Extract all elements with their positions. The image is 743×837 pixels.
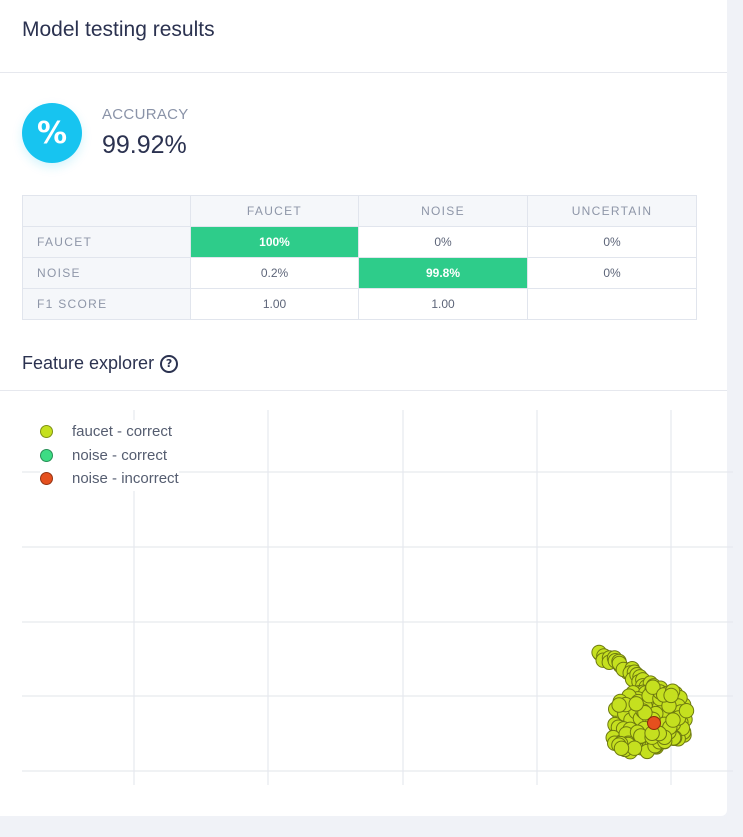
feature-explorer-heading: Feature explorer ? bbox=[22, 353, 179, 374]
legend-label: noise - incorrect bbox=[72, 470, 179, 488]
row-header: F1 SCORE bbox=[22, 288, 191, 320]
matrix-cell: 1.00 bbox=[190, 288, 359, 320]
section-divider bbox=[0, 390, 727, 391]
legend-item[interactable]: noise - incorrect bbox=[40, 467, 179, 491]
scatter-point-faucet-correct bbox=[626, 740, 643, 756]
percent-glyph: % bbox=[36, 115, 68, 151]
legend-marker bbox=[40, 448, 53, 462]
scatter-point-faucet-correct bbox=[678, 703, 695, 719]
feature-explorer-title: Feature explorer bbox=[22, 353, 155, 373]
scatter-point-faucet-correct bbox=[665, 712, 681, 728]
matrix-cell bbox=[527, 288, 697, 320]
help-circle-icon[interactable]: ? bbox=[160, 354, 179, 373]
column-header: NOISE bbox=[358, 195, 528, 227]
accuracy-label: ACCURACY bbox=[102, 106, 189, 123]
scatter-point-noise-incorrect bbox=[647, 716, 661, 730]
row-header: FAUCET bbox=[22, 226, 191, 258]
corner-cell bbox=[22, 195, 191, 227]
matrix-cell: 100% bbox=[190, 226, 359, 258]
page-title: Model testing results bbox=[22, 18, 215, 41]
legend-item[interactable]: faucet - correct bbox=[40, 420, 179, 444]
matrix-cell: 1.00 bbox=[358, 288, 528, 320]
legend-item[interactable]: noise - correct bbox=[40, 444, 179, 468]
matrix-cell: 99.8% bbox=[358, 257, 528, 289]
percent-icon: % bbox=[22, 103, 82, 163]
scatter-point-faucet-correct bbox=[611, 697, 627, 713]
matrix-cell: 0% bbox=[527, 257, 697, 289]
legend-marker bbox=[40, 472, 53, 486]
scatter-point-faucet-correct bbox=[663, 687, 679, 704]
confusion-header-row: FAUCET NOISE UNCERTAIN bbox=[22, 195, 697, 227]
scatter-point-faucet-correct bbox=[628, 696, 644, 712]
legend-label: noise - correct bbox=[72, 446, 168, 464]
plot-legend: faucet - correct noise - correct noise -… bbox=[40, 420, 179, 491]
column-header: UNCERTAIN bbox=[527, 195, 697, 227]
matrix-cell: 0.2% bbox=[190, 257, 359, 289]
row-header: NOISE bbox=[22, 257, 191, 289]
table-row: F1 SCORE 1.00 1.00 bbox=[22, 288, 697, 320]
matrix-cell: 0% bbox=[527, 226, 697, 258]
confusion-matrix: FAUCET NOISE UNCERTAIN FAUCET 100% 0% 0%… bbox=[22, 195, 697, 320]
legend-marker bbox=[40, 425, 53, 439]
table-row: NOISE 0.2% 99.8% 0% bbox=[22, 257, 697, 289]
legend-label: faucet - correct bbox=[72, 423, 173, 441]
matrix-cell: 0% bbox=[358, 226, 528, 258]
scatter-point-faucet-correct bbox=[613, 740, 630, 756]
column-header: FAUCET bbox=[190, 195, 359, 227]
table-row: FAUCET 100% 0% 0% bbox=[22, 226, 697, 258]
card-header: Model testing results bbox=[0, 0, 727, 73]
accuracy-value: 99.92% bbox=[102, 131, 187, 159]
